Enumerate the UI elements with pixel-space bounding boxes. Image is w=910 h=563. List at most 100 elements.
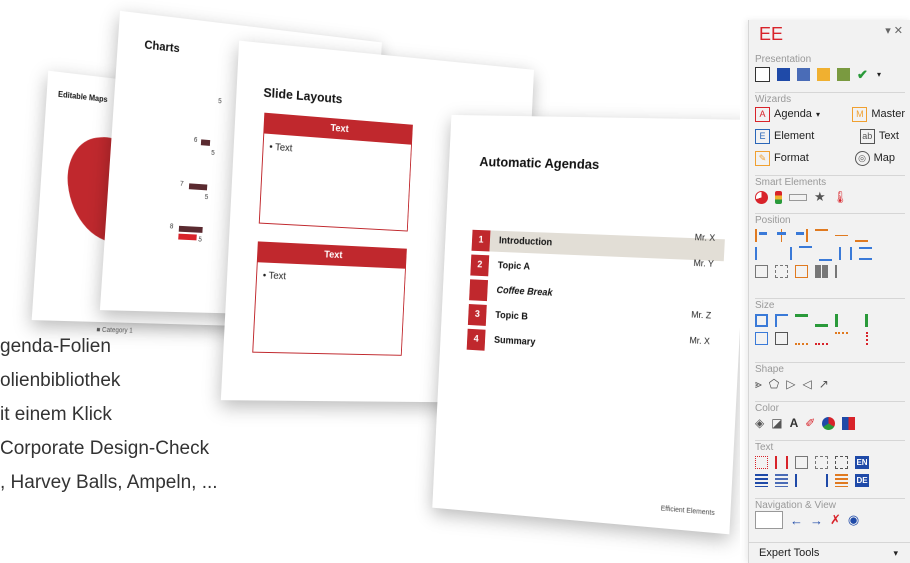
numbered-list-icon[interactable] [775, 473, 788, 487]
slide-automatic-agendas: Automatic Agendas 1 Introduction Mr. X 2… [432, 114, 740, 535]
same-size-icon[interactable] [755, 313, 768, 327]
color-scheme-icon[interactable] [842, 416, 856, 430]
divider [755, 362, 905, 363]
language-en-button[interactable]: EN [855, 455, 869, 469]
language-de-button[interactable]: DE [855, 473, 869, 487]
traffic-light-icon[interactable] [775, 190, 782, 204]
fit-right-icon[interactable] [855, 313, 868, 327]
decrease-indent-icon[interactable] [795, 473, 808, 487]
align-left-icon[interactable] [755, 228, 768, 242]
send-icon[interactable] [837, 67, 850, 81]
agenda-button[interactable]: A Agenda ▾ [755, 106, 820, 122]
star-icon[interactable]: ★ [814, 189, 826, 205]
progress-bar-icon[interactable] [789, 193, 807, 201]
master-button[interactable]: M Master [852, 106, 905, 122]
chevron-down-icon: ▾ [893, 548, 898, 558]
callout-icon[interactable]: ◁ [802, 377, 811, 391]
text-button[interactable]: ab Text [859, 128, 899, 144]
chevron-shape-icon[interactable]: ⪢ [755, 377, 762, 392]
align-middle-icon[interactable] [835, 228, 848, 242]
button-label: Format [774, 152, 809, 164]
section-label: Position [755, 215, 791, 226]
text-margin-icon[interactable] [755, 455, 768, 469]
agenda-number: 2 [470, 254, 490, 277]
map-button[interactable]: ◎ Map [854, 150, 895, 166]
harvey-ball-icon[interactable] [755, 190, 768, 204]
expand-icon[interactable] [835, 331, 848, 345]
arrow-box-icon[interactable]: ▷ [786, 377, 795, 391]
agenda-owner: Mr. Y [693, 258, 715, 269]
chevron-down-icon: ▾ [815, 109, 820, 119]
collapse-icon[interactable] [855, 331, 868, 345]
resize-icon[interactable] [755, 331, 768, 345]
indent-icon[interactable] [835, 264, 850, 278]
align-right-icon[interactable] [795, 228, 808, 242]
same-height-icon[interactable] [775, 313, 788, 327]
divider [755, 213, 905, 214]
save-as-icon[interactable] [797, 67, 810, 81]
text-box-icon[interactable] [795, 455, 808, 469]
button-label: Master [871, 108, 905, 120]
slide-number-input[interactable] [755, 511, 783, 529]
stack-icon[interactable] [775, 264, 788, 278]
align-top-icon[interactable] [815, 228, 828, 242]
save-icon[interactable] [777, 67, 790, 81]
chevron-down-icon[interactable]: ▾ [877, 70, 881, 79]
mail-icon[interactable] [817, 67, 830, 81]
eye-icon[interactable]: ◉ [848, 512, 859, 528]
slide-title: Editable Maps [57, 89, 108, 105]
hide-icon[interactable]: ✗ [830, 512, 841, 528]
increase-indent-icon[interactable] [815, 473, 828, 487]
same-width-icon[interactable] [795, 313, 808, 327]
shrink-icon[interactable] [815, 332, 828, 345]
stretch-icon[interactable] [795, 332, 808, 345]
align-bottom-icon[interactable] [855, 228, 868, 242]
layout-box: Text • Text [252, 241, 407, 356]
scale-icon[interactable] [775, 331, 788, 345]
text-width-icon[interactable] [775, 455, 788, 469]
font-color-icon[interactable]: A [790, 416, 799, 430]
curve-icon[interactable]: ↗ [819, 377, 829, 391]
section-presentation: Presentation ✔ ▾ [755, 54, 905, 83]
slide-title: Slide Layouts [263, 84, 343, 107]
expert-tools-menu[interactable]: Expert Tools ▾ [749, 542, 910, 562]
align-center-icon[interactable] [775, 228, 788, 242]
agenda-label: Topic A [497, 260, 531, 273]
format-button[interactable]: ✎ Format [755, 150, 809, 166]
move-icon[interactable] [795, 264, 808, 278]
distribute-bottom-icon[interactable] [819, 246, 832, 261]
thermometer-icon[interactable]: 🌡 [833, 190, 848, 204]
bullet-list-icon[interactable] [755, 473, 768, 487]
fit-width-icon[interactable] [815, 314, 828, 327]
grid-icon[interactable] [815, 264, 828, 278]
fit-left-icon[interactable] [835, 313, 848, 327]
color-wheel-icon[interactable] [822, 416, 836, 430]
distribute-top-icon[interactable] [799, 245, 812, 261]
line-color-icon[interactable]: ◪ [771, 416, 782, 430]
distribute-vertical-icon[interactable] [859, 246, 872, 260]
check-icon[interactable]: ✔ [857, 68, 870, 81]
pentagon-icon[interactable]: ⬠ [769, 377, 779, 391]
arrow-left-icon[interactable]: ← [790, 513, 803, 528]
chart-value: 8 [169, 223, 174, 231]
chart-bar [178, 233, 197, 241]
text-merge-icon[interactable] [835, 455, 848, 469]
element-button[interactable]: E Element [755, 128, 815, 144]
swap-icon[interactable] [755, 264, 768, 278]
panel-controls[interactable]: ▾ ✕ [885, 24, 903, 37]
eyedropper-icon[interactable]: ✐ [805, 416, 815, 430]
text-split-icon[interactable] [815, 455, 828, 469]
fill-color-icon[interactable]: ◈ [755, 416, 764, 430]
distribute-left-icon[interactable] [755, 246, 770, 260]
arrow-right-icon[interactable]: → [810, 513, 823, 528]
feature-item: , Harvey Balls, Ampeln, ... [0, 472, 218, 493]
section-label: Text [755, 442, 774, 453]
feature-item: it einem Klick [0, 404, 112, 425]
distribute-horizontal-icon[interactable] [839, 246, 852, 260]
chart-bar [178, 225, 203, 233]
panel-title: EE [759, 24, 784, 44]
distribute-right-icon[interactable] [777, 246, 792, 260]
document-icon[interactable] [755, 66, 770, 82]
line-spacing-icon[interactable] [835, 473, 848, 487]
button-label: Element [774, 130, 815, 142]
